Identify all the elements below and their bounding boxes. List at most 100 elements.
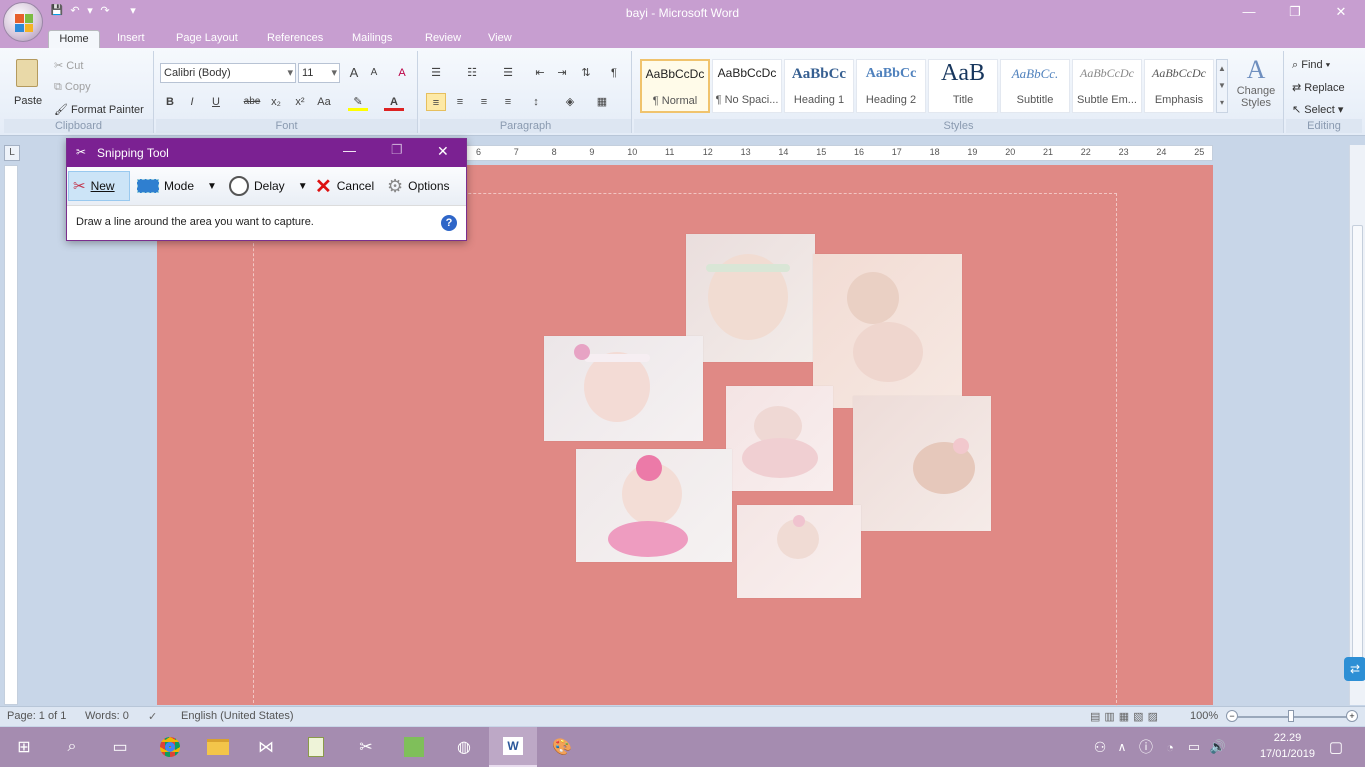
snip-cancel-button[interactable]: ✕ Cancel xyxy=(315,171,374,201)
word-count[interactable]: Words: 0 xyxy=(85,710,129,722)
style-title[interactable]: AaB Title xyxy=(928,59,998,113)
chrome-icon[interactable] xyxy=(146,727,194,767)
proofing-icon[interactable]: ✓ xyxy=(148,710,157,723)
italic-button[interactable]: I xyxy=(182,93,202,111)
font-name-combo[interactable]: Calibri (Body) ▾ xyxy=(160,63,296,83)
tab-insert[interactable]: Insert xyxy=(113,30,149,48)
line-spacing-button[interactable]: ↕ xyxy=(526,93,546,111)
close-button[interactable]: ✕ xyxy=(1318,0,1364,26)
style-emphasis[interactable]: AaBbCcDc Emphasis xyxy=(1144,59,1214,113)
mode-dropdown-icon[interactable]: ▼ xyxy=(207,181,217,192)
cut-button[interactable]: ✂ Cut xyxy=(54,59,83,72)
clear-formatting-button[interactable]: A xyxy=(392,64,412,82)
battery-icon[interactable]: ▭ xyxy=(1182,727,1206,767)
zoom-in-icon[interactable]: + xyxy=(1346,710,1358,722)
align-right-button[interactable]: ≡ xyxy=(474,93,494,111)
change-styles-button[interactable]: A Change Styles xyxy=(1230,55,1282,119)
app-photos-icon[interactable]: ◍ xyxy=(440,727,488,767)
app-document-icon[interactable] xyxy=(292,727,340,767)
tab-references[interactable]: References xyxy=(263,30,327,48)
tab-selector[interactable]: L xyxy=(4,145,20,161)
bullets-button[interactable]: ☰ xyxy=(426,64,446,82)
notifications-icon[interactable]: ▢ xyxy=(1312,727,1360,767)
copy-button[interactable]: ⧉ Copy xyxy=(54,81,91,94)
show-hide-button[interactable]: ¶ xyxy=(604,64,624,82)
subscript-button[interactable]: x₂ xyxy=(266,93,286,111)
change-case-button[interactable]: Aa xyxy=(314,93,334,111)
style-heading-2[interactable]: AaBbCc Heading 2 xyxy=(856,59,926,113)
document-page[interactable] xyxy=(157,165,1213,713)
tray-chevron-icon[interactable]: ∧ xyxy=(1110,727,1134,767)
underline-button[interactable]: U xyxy=(206,93,226,111)
align-center-button[interactable]: ≡ xyxy=(450,93,470,111)
snip-delay-button[interactable]: Delay ▼ xyxy=(229,171,308,201)
clock[interactable]: 22.29 17/01/2019 xyxy=(1260,730,1315,762)
highlight-color-button[interactable]: ✎ xyxy=(348,93,368,111)
zoom-out-icon[interactable]: − xyxy=(1226,710,1238,722)
style-subtle-emphasis[interactable]: AaBbCcDc Subtle Em... xyxy=(1072,59,1142,113)
bold-button[interactable]: B xyxy=(160,93,180,111)
baby-photo[interactable] xyxy=(726,386,833,491)
styles-gallery-scroll[interactable]: ▲ ▼ ▾ xyxy=(1216,59,1228,113)
align-left-button[interactable]: ≡ xyxy=(426,93,446,111)
scroll-thumb[interactable] xyxy=(1352,225,1363,665)
style-no-spacing[interactable]: AaBbCcDc ¶ No Spaci... xyxy=(712,59,782,113)
baby-photo[interactable] xyxy=(813,254,962,408)
minimize-button[interactable]: — xyxy=(1226,0,1272,26)
snip-new-button[interactable]: ✂ New xyxy=(68,171,130,201)
format-painter-button[interactable]: 🖌 Format Painter xyxy=(54,103,144,116)
sort-button[interactable]: ⇅ xyxy=(576,64,596,82)
font-size-combo[interactable]: 11 ▾ xyxy=(298,63,340,83)
app-green-icon[interactable] xyxy=(390,727,438,767)
shading-button[interactable]: ◈ xyxy=(560,93,580,111)
baby-photo[interactable] xyxy=(576,449,732,562)
app-bow-icon[interactable]: ⋈ xyxy=(242,727,290,767)
windows-start-icon[interactable]: ⊞ xyxy=(0,727,48,767)
baby-photo[interactable] xyxy=(544,336,703,441)
baby-photo[interactable] xyxy=(686,234,815,362)
snip-options-button[interactable]: ⚙ Options xyxy=(387,171,450,201)
tab-page-layout[interactable]: Page Layout xyxy=(172,30,242,48)
file-explorer-icon[interactable] xyxy=(194,727,242,767)
baby-photo[interactable] xyxy=(737,505,861,598)
zoom-thumb[interactable] xyxy=(1288,710,1294,722)
replace-button[interactable]: ⇄ Replace xyxy=(1292,81,1345,94)
tab-mailings[interactable]: Mailings xyxy=(348,30,396,48)
find-button[interactable]: ⌕ Find ▾ xyxy=(1292,59,1330,72)
zoom-slider[interactable]: − + xyxy=(1226,710,1358,722)
numbering-button[interactable]: ☷ xyxy=(462,64,482,82)
snip-close-button[interactable]: ✕ xyxy=(437,143,449,160)
search-icon[interactable]: ⌕ xyxy=(48,727,96,767)
shrink-font-button[interactable]: A xyxy=(364,64,384,82)
volume-icon[interactable]: 🔊 xyxy=(1206,727,1230,767)
teamviewer-icon[interactable]: ⇄ xyxy=(1344,657,1365,681)
tab-review[interactable]: Review xyxy=(421,30,465,48)
tab-home[interactable]: Home xyxy=(48,30,100,48)
multilevel-list-button[interactable]: ☰ xyxy=(498,64,518,82)
snipping-tool-icon[interactable]: ✂ xyxy=(342,727,390,767)
snip-maximize-button[interactable]: ❐ xyxy=(391,142,403,158)
style-heading-1[interactable]: AaBbCc Heading 1 xyxy=(784,59,854,113)
snip-mode-button[interactable]: Mode ▼ xyxy=(137,171,217,201)
paint-icon[interactable]: 🎨 xyxy=(538,727,586,767)
view-buttons[interactable]: ▤▥▦▧▨ xyxy=(1090,710,1162,723)
superscript-button[interactable]: x² xyxy=(290,93,310,111)
grow-font-button[interactable]: A xyxy=(344,64,364,82)
help-icon[interactable]: ? xyxy=(441,215,457,231)
borders-button[interactable]: ▦ xyxy=(592,93,612,111)
snip-minimize-button[interactable]: — xyxy=(343,143,356,158)
language[interactable]: English (United States) xyxy=(181,710,294,722)
style-normal[interactable]: AaBbCcDc ¶ Normal xyxy=(640,59,710,113)
info-icon[interactable]: ⓘ xyxy=(1134,727,1158,767)
baby-photo[interactable] xyxy=(853,396,991,531)
wifi-icon[interactable]: ◔ xyxy=(1158,727,1182,767)
page-count[interactable]: Page: 1 of 1 xyxy=(7,710,66,722)
vertical-ruler[interactable] xyxy=(4,165,18,705)
vertical-scrollbar[interactable]: ⇄ xyxy=(1344,145,1365,705)
style-subtitle[interactable]: AaBbCc. Subtitle xyxy=(1000,59,1070,113)
tab-view[interactable]: View xyxy=(484,30,516,48)
select-button[interactable]: ↖ Select ▾ xyxy=(1292,103,1343,116)
strikethrough-button[interactable]: abe xyxy=(242,93,262,111)
justify-button[interactable]: ≡ xyxy=(498,93,518,111)
delay-dropdown-icon[interactable]: ▼ xyxy=(298,181,308,192)
